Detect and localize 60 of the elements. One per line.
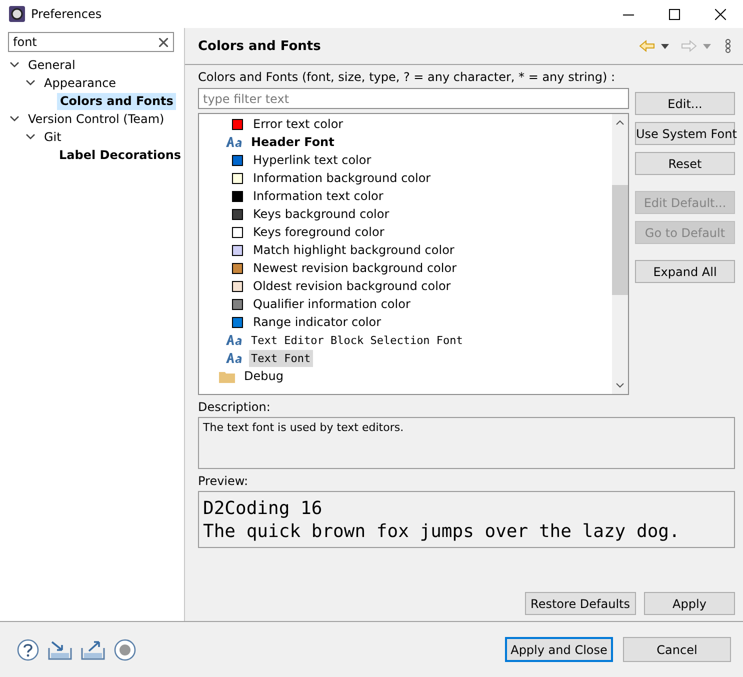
list-item[interactable]: Header Font bbox=[249, 134, 336, 150]
chevron-icon[interactable] bbox=[10, 116, 19, 122]
import-icon[interactable] bbox=[48, 640, 72, 660]
tree-item[interactable]: General bbox=[25, 56, 78, 74]
tree-item[interactable]: Appearance bbox=[41, 74, 120, 92]
list-item[interactable]: Hyperlink text color bbox=[251, 152, 374, 168]
tree-item[interactable]: Label Decorations bbox=[56, 146, 184, 164]
preview-line: The quick brown fox jumps over the lazy dog. bbox=[203, 520, 681, 543]
side-button[interactable]: Expand All bbox=[635, 260, 735, 283]
page-title: Colors and Fonts bbox=[198, 38, 321, 54]
description-label: Description: bbox=[198, 400, 272, 414]
list-item[interactable]: Range indicator color bbox=[251, 314, 384, 330]
list-item[interactable]: Error text color bbox=[251, 116, 346, 132]
font-icon bbox=[226, 352, 244, 364]
tree-item[interactable]: Version Control (Team) bbox=[25, 110, 168, 128]
footer-button[interactable]: Cancel bbox=[623, 637, 731, 662]
list-item[interactable]: Information background color bbox=[251, 170, 433, 186]
clear-icon[interactable] bbox=[159, 38, 168, 46]
app-icon bbox=[9, 6, 25, 22]
tree-item[interactable]: Colors and Fonts bbox=[57, 92, 176, 110]
chevron-icon[interactable] bbox=[26, 80, 35, 86]
preview-label: Preview: bbox=[198, 474, 250, 488]
preview-line: D2Coding 16 bbox=[203, 497, 324, 520]
list-item[interactable]: Information text color bbox=[251, 188, 386, 204]
export-icon[interactable] bbox=[81, 640, 105, 660]
chevron-icon[interactable] bbox=[26, 134, 35, 140]
list-item[interactable]: Text Font bbox=[249, 350, 313, 366]
list-item[interactable]: Keys background color bbox=[251, 206, 392, 222]
list-item[interactable]: Keys foreground color bbox=[251, 224, 386, 240]
filter-label: Colors and Fonts (font, size, type, ? = any character, * = any string) : bbox=[198, 70, 616, 84]
chevron-icon[interactable] bbox=[10, 62, 19, 68]
list-item[interactable]: Debug bbox=[242, 368, 286, 384]
side-button[interactable]: Edit... bbox=[635, 92, 735, 115]
dropdown-icon[interactable] bbox=[661, 44, 669, 48]
footer-button[interactable]: Apply and Close bbox=[505, 637, 613, 662]
tree-item[interactable]: Git bbox=[41, 128, 64, 146]
description-text: The text font is used by text editors. bbox=[198, 417, 735, 469]
list-item[interactable]: Text Editor Block Selection Font bbox=[249, 332, 465, 348]
font-icon bbox=[226, 334, 244, 346]
page-button[interactable]: Apply bbox=[644, 592, 735, 615]
side-button[interactable]: Use System Font bbox=[635, 122, 735, 145]
close-icon[interactable] bbox=[715, 8, 726, 20]
scroll-up-icon[interactable] bbox=[616, 120, 624, 125]
window-title: Preferences bbox=[31, 7, 102, 21]
font-icon bbox=[226, 136, 244, 148]
maximize-icon[interactable] bbox=[669, 8, 680, 20]
page-button[interactable]: Restore Defaults bbox=[524, 592, 636, 615]
scroll-down-icon[interactable] bbox=[616, 383, 624, 388]
list-item[interactable]: Oldest revision background color bbox=[251, 278, 453, 294]
search-field[interactable]: font bbox=[8, 32, 174, 52]
list-item[interactable]: Match highlight background color bbox=[251, 242, 456, 258]
scrollbar[interactable] bbox=[612, 114, 628, 394]
help-icon[interactable] bbox=[17, 638, 39, 660]
list-item[interactable]: Newest revision background color bbox=[251, 260, 459, 276]
side-button[interactable]: Reset bbox=[635, 152, 735, 175]
filter-field[interactable]: type filter text bbox=[198, 88, 629, 109]
folder-icon bbox=[219, 370, 235, 382]
more-icon[interactable] bbox=[725, 39, 731, 53]
list-item[interactable]: Qualifier information color bbox=[251, 296, 412, 312]
record-icon[interactable] bbox=[114, 638, 136, 660]
